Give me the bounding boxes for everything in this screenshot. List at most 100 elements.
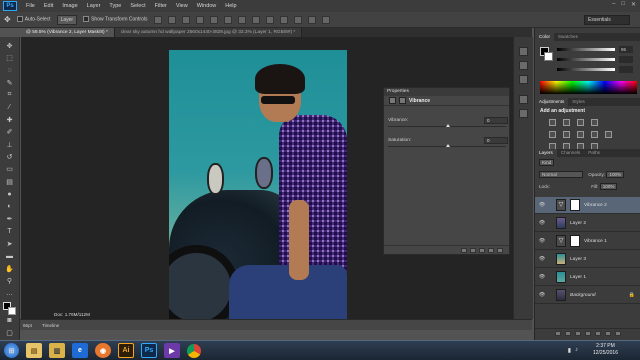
color-balance-icon[interactable] bbox=[577, 131, 584, 138]
menu-view[interactable]: View bbox=[176, 3, 188, 9]
properties-panel-icon[interactable] bbox=[519, 75, 528, 84]
visibility-eye-icon[interactable]: 👁 bbox=[538, 292, 546, 298]
tab-document-1[interactable]: @ 59.5% (Vibrance 2, Layer Mask/8) * bbox=[20, 28, 115, 37]
type-tool-icon[interactable]: T bbox=[4, 226, 16, 237]
tab-color[interactable]: Color bbox=[535, 33, 554, 41]
visibility-eye-icon[interactable]: 👁 bbox=[538, 238, 546, 244]
color-slider-g[interactable] bbox=[557, 58, 615, 61]
layer-row-vibrance-2[interactable]: 👁 ▽ Vibrance 2 bbox=[535, 197, 640, 214]
vibrance-slider-thumb[interactable] bbox=[446, 124, 450, 127]
exposure-icon[interactable] bbox=[591, 119, 598, 126]
align-center-icon[interactable] bbox=[209, 15, 218, 24]
distribute-left-icon[interactable] bbox=[279, 15, 288, 24]
photo-filter-icon[interactable] bbox=[605, 131, 612, 138]
layer-name[interactable]: Vibrance 2 bbox=[584, 203, 607, 208]
gradient-tool-icon[interactable]: ▤ bbox=[4, 176, 16, 187]
tab-swatches[interactable]: Swatches bbox=[554, 33, 582, 41]
paragraph-panel-icon[interactable] bbox=[519, 109, 528, 118]
vibrance-icon[interactable] bbox=[549, 131, 556, 138]
levels-icon[interactable] bbox=[563, 119, 570, 126]
start-button-icon[interactable]: ⊞ bbox=[4, 343, 19, 358]
color-panel-background-swatch[interactable] bbox=[544, 52, 553, 61]
hand-tool-icon[interactable]: ✋ bbox=[4, 263, 16, 274]
saturation-slider-thumb[interactable] bbox=[446, 144, 450, 147]
curves-icon[interactable] bbox=[577, 119, 584, 126]
file-explorer-icon[interactable]: ▤ bbox=[26, 343, 42, 358]
distribute-center-icon[interactable] bbox=[293, 15, 302, 24]
eyedropper-tool-icon[interactable]: ⁄ bbox=[4, 102, 16, 113]
visibility-eye-icon[interactable]: 👁 bbox=[538, 274, 546, 280]
black-white-icon[interactable] bbox=[591, 131, 598, 138]
layer-row-layer-1[interactable]: 👁 Layer 1 bbox=[535, 269, 640, 286]
3d-mode-icon[interactable] bbox=[321, 15, 330, 24]
tab-paths[interactable]: Paths bbox=[584, 149, 604, 157]
tab-adjustments[interactable]: Adjustments bbox=[535, 98, 569, 106]
view-previous-state-icon[interactable] bbox=[470, 247, 476, 253]
fill-input[interactable]: 100% bbox=[599, 183, 618, 191]
menu-file[interactable]: File bbox=[26, 3, 35, 9]
visibility-eye-icon[interactable]: 👁 bbox=[538, 202, 546, 208]
menu-image[interactable]: Image bbox=[62, 3, 77, 9]
crop-tool-icon[interactable]: ⌗ bbox=[4, 90, 16, 101]
layer-row-layer-2[interactable]: 👁 Layer 2 bbox=[535, 215, 640, 232]
distribute-middle-icon[interactable] bbox=[251, 15, 260, 24]
layer-mask-thumbnail[interactable] bbox=[570, 235, 580, 247]
volume-icon[interactable]: ♪ bbox=[575, 347, 578, 354]
info-panel-icon[interactable] bbox=[519, 61, 528, 70]
path-selection-tool-icon[interactable]: ➤ bbox=[4, 238, 16, 249]
brightness-contrast-icon[interactable] bbox=[549, 119, 556, 126]
layer-name[interactable]: Layer 3 bbox=[570, 257, 586, 262]
menu-help[interactable]: Help bbox=[225, 3, 236, 9]
transform-controls-checkbox[interactable]: Show Transform Controls bbox=[83, 16, 148, 23]
delete-adjustment-icon[interactable] bbox=[497, 247, 503, 253]
new-adjustment-layer-icon[interactable] bbox=[585, 331, 591, 336]
color-value-g[interactable] bbox=[619, 56, 633, 63]
shape-tool-icon[interactable]: ▬ bbox=[4, 251, 16, 262]
new-group-icon[interactable] bbox=[595, 331, 601, 336]
auto-select-target-dropdown[interactable]: Layer bbox=[56, 14, 78, 25]
color-value-r[interactable]: 95 bbox=[619, 46, 633, 53]
history-panel-icon[interactable] bbox=[519, 47, 528, 56]
close-button[interactable]: ✕ bbox=[631, 1, 636, 8]
move-tool-icon[interactable]: ✥ bbox=[4, 40, 16, 51]
clone-stamp-tool-icon[interactable]: ⊥ bbox=[4, 139, 16, 150]
document-image[interactable] bbox=[169, 50, 347, 320]
menu-select[interactable]: Select bbox=[130, 3, 145, 9]
zoom-tool-icon[interactable]: ⚲ bbox=[4, 275, 16, 286]
blend-mode-dropdown[interactable]: Normal bbox=[539, 171, 583, 179]
layer-name[interactable]: Background bbox=[570, 293, 596, 298]
layer-name[interactable]: Layer 2 bbox=[570, 221, 586, 226]
folder-icon[interactable]: ▥ bbox=[49, 343, 65, 358]
color-slider-r[interactable] bbox=[557, 48, 615, 51]
clock[interactable]: 2:37 PM 12/25/2016 bbox=[593, 343, 618, 357]
opacity-input[interactable]: 100% bbox=[606, 171, 625, 179]
maximize-button[interactable]: □ bbox=[621, 1, 625, 8]
character-panel-icon[interactable] bbox=[519, 95, 528, 104]
eraser-tool-icon[interactable]: ▭ bbox=[4, 164, 16, 175]
layer-row-background[interactable]: 👁 Background 🔒 bbox=[535, 287, 640, 304]
marquee-tool-icon[interactable]: ⬚ bbox=[4, 52, 16, 63]
color-value-b[interactable] bbox=[619, 66, 633, 73]
menu-window[interactable]: Window bbox=[197, 3, 217, 9]
saturation-value-input[interactable]: 0 bbox=[484, 137, 508, 144]
screen-mode-icon[interactable]: ▢ bbox=[4, 328, 16, 339]
healing-brush-tool-icon[interactable]: ✚ bbox=[4, 114, 16, 125]
delete-layer-icon[interactable] bbox=[615, 331, 621, 336]
layer-style-icon[interactable] bbox=[565, 331, 571, 336]
menu-edit[interactable]: Edit bbox=[44, 3, 53, 9]
align-right-icon[interactable] bbox=[223, 15, 232, 24]
tab-styles[interactable]: Styles bbox=[568, 98, 589, 106]
more-tools-icon[interactable]: … bbox=[4, 288, 16, 299]
properties-header[interactable]: Properties bbox=[384, 88, 509, 96]
kind-filter-dropdown[interactable]: Kind bbox=[539, 159, 555, 167]
media-player-icon[interactable]: ▶ bbox=[164, 343, 180, 358]
timeline-tab[interactable]: Timeline bbox=[42, 320, 59, 331]
zoom-level[interactable]: 66pt bbox=[23, 320, 32, 331]
auto-select-checkbox[interactable]: Auto-Select bbox=[16, 16, 51, 23]
internet-explorer-icon[interactable]: e bbox=[72, 343, 88, 358]
chrome-icon[interactable] bbox=[187, 343, 201, 358]
distribute-right-icon[interactable] bbox=[307, 15, 316, 24]
quick-select-tool-icon[interactable]: ✎ bbox=[4, 77, 16, 88]
lasso-tool-icon[interactable]: ◌ bbox=[4, 65, 16, 76]
color-swatches[interactable] bbox=[2, 302, 17, 316]
